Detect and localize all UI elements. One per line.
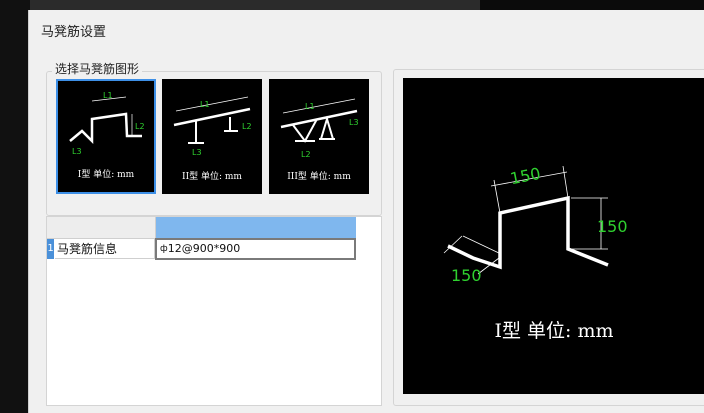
preview-canvas: 150 150 150 I型 单位: mm [403,78,704,394]
type1-rebar-shape [69,112,142,145]
type3-l1-label: L1 [305,102,315,111]
cell-rebar-info-label: 马凳筋信息 [55,239,155,259]
rebar-spec-text: 12@900*900 [167,242,241,255]
row-index[interactable]: 1 [47,239,54,259]
type1-l2-label: L2 [135,122,145,131]
preview-rebar-shape [447,195,609,270]
type2-l2-label: L2 [242,122,252,131]
type3-dim-l1-line [282,98,356,114]
table-header-value[interactable] [156,217,356,239]
type3-right-support [320,115,334,140]
type2-top-bar [173,107,251,127]
dim-l1-value: 150 [509,164,543,188]
type2-l3-label: L3 [192,148,202,157]
shape-option-type3[interactable]: L1 L3 L2 III型 单位: mm [269,79,369,194]
rebar-grade-symbol: ф [160,244,168,254]
cad-background-top [480,0,704,10]
type3-l2-label: L2 [301,150,311,159]
shape-option-type2[interactable]: L1 L2 L3 II型 单位: mm [162,79,262,194]
dim-l3-line-top [462,235,502,255]
shape-group-legend: 选择马凳筋图形 [52,60,143,77]
cell-rebar-info-value[interactable]: ф12@900*900 [155,238,356,260]
rebar-chair-dialog: 马凳筋设置 选择马凳筋图形 L1 L2 L3 I型 单位: mm L1 L2 L… [28,10,704,413]
type2-dim-l1-line [175,96,249,112]
type1-caption: I型 单位: mm [77,170,135,180]
type3-caption: III型 单位: mm [287,172,351,182]
cad-background [0,0,30,413]
type2-caption: II型 单位: mm [182,172,242,182]
preview-caption: I型 单位: mm [494,320,614,342]
table-header-name[interactable] [47,217,156,239]
type3-top-bar [280,109,358,129]
shape-option-type1[interactable]: L1 L2 L3 I型 单位: mm [56,79,156,194]
dim-l3-value: 150 [451,266,482,285]
type1-l3-label: L3 [72,147,82,156]
dialog-title: 马凳筋设置 [41,25,107,40]
dim-l1-ext-right [562,165,569,199]
preview-diagram: 150 150 150 [443,164,628,285]
type3-l3-label: L3 [349,118,359,127]
type2-l1-label: L1 [200,100,210,109]
dim-l2-value: 150 [597,217,628,236]
type1-l1-label: L1 [103,91,113,100]
property-table: 1 马凳筋信息 ф12@900*900 [46,216,382,406]
